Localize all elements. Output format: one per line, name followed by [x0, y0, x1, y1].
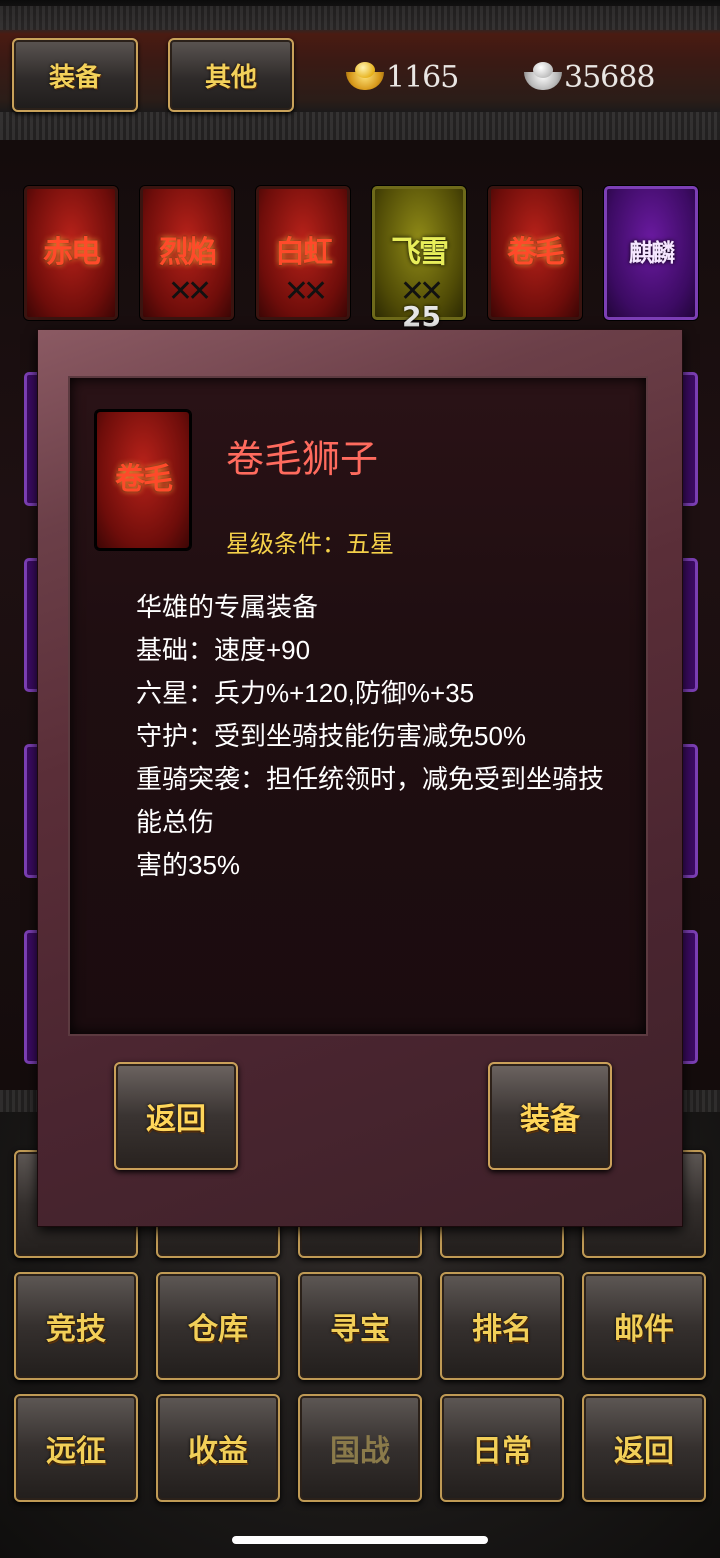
equip-card-label: 白虹 — [275, 235, 333, 270]
gold-ingot-icon — [346, 62, 384, 92]
silver-amount: 35688 — [564, 59, 655, 95]
crossed-swords-icon: ✕✕ — [167, 274, 212, 309]
description-line: 守护：受到坐骑技能伤害减免50% — [136, 721, 527, 751]
menu-arena-button[interactable]: 竞技 — [14, 1272, 138, 1380]
equip-card-label: 烈焰 — [159, 235, 217, 270]
equip-card-chidian[interactable]: 赤电 — [24, 186, 118, 320]
equip-card-qilin[interactable]: 麒麟 — [604, 186, 698, 320]
equip-card-juanmao[interactable]: 卷毛 — [488, 186, 582, 320]
star-requirement: 星级条件：五星 — [226, 530, 394, 558]
item-title: 卷毛狮子 — [226, 439, 379, 481]
equip-card-label: 赤电 — [43, 235, 101, 270]
menu-back-button[interactable]: 返回 — [582, 1394, 706, 1502]
top-decor-stripe-lower — [0, 112, 720, 142]
equip-level: 25 — [402, 300, 441, 333]
tab-equipment[interactable]: 装备 — [12, 38, 138, 112]
description-line: 重骑突袭：担任统领时，减免受到坐骑技能总伤 — [136, 764, 605, 837]
equip-card-baihong[interactable]: 白虹 ✕✕ — [256, 186, 350, 320]
top-decor-stripe — [0, 6, 720, 30]
item-icon-label: 卷毛 — [115, 462, 173, 497]
gold-currency: 1165 — [346, 52, 459, 102]
menu-mail-button[interactable]: 邮件 — [582, 1272, 706, 1380]
equip-card-label: 麒麟 — [629, 238, 675, 267]
description-line: 基础：速度+90 — [136, 635, 311, 665]
item-description: 华雄的专属装备 基础：速度+90 六星：兵力%+120,防御%+35 守护：受到… — [136, 586, 626, 887]
dialog-back-button[interactable]: 返回 — [114, 1062, 238, 1170]
description-line: 害的35% — [136, 850, 241, 880]
description-line: 六星：兵力%+120,防御%+35 — [136, 678, 475, 708]
menu-treasure-button[interactable]: 寻宝 — [298, 1272, 422, 1380]
menu-warehouse-button[interactable]: 仓库 — [156, 1272, 280, 1380]
home-indicator[interactable] — [232, 1536, 488, 1544]
menu-nationwar-button[interactable]: 国战 — [298, 1394, 422, 1502]
crossed-swords-icon: ✕✕ — [283, 274, 328, 309]
item-icon: 卷毛 — [95, 410, 191, 550]
menu-daily-button[interactable]: 日常 — [440, 1394, 564, 1502]
menu-income-button[interactable]: 收益 — [156, 1394, 280, 1502]
equip-card-lieyan[interactable]: 烈焰 ✕✕ — [140, 186, 234, 320]
menu-ranking-button[interactable]: 排名 — [440, 1272, 564, 1380]
gold-amount: 1165 — [386, 59, 459, 95]
equip-card-label: 飞雪 — [391, 235, 449, 270]
dialog-equip-button[interactable]: 装备 — [488, 1062, 612, 1170]
description-line: 华雄的专属装备 — [136, 592, 319, 622]
menu-expedition-button[interactable]: 远征 — [14, 1394, 138, 1502]
equip-card-label: 卷毛 — [507, 235, 565, 270]
silver-currency: 35688 — [524, 52, 655, 102]
silver-ingot-icon — [524, 62, 562, 92]
tab-other[interactable]: 其他 — [168, 38, 294, 112]
